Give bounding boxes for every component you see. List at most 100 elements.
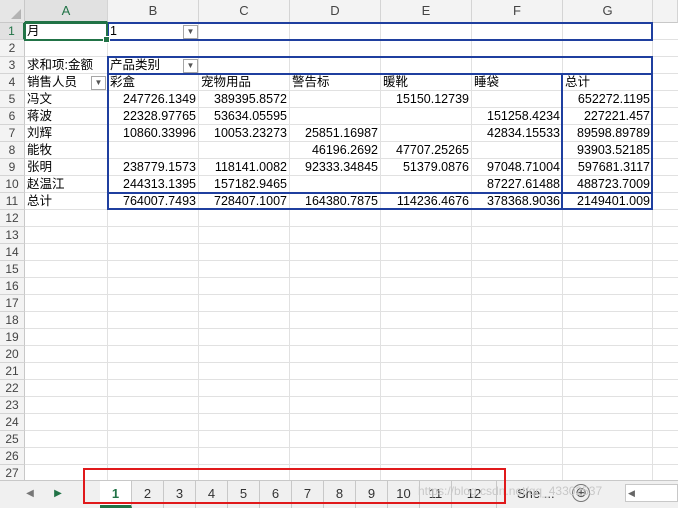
row-header-23[interactable]: 23 bbox=[0, 397, 25, 414]
pivot-value-cell[interactable]: 118141.0082 bbox=[199, 159, 290, 176]
column-header-a[interactable]: A bbox=[25, 0, 108, 23]
column-header-e[interactable]: E bbox=[381, 0, 472, 23]
row-header-27[interactable]: 27 bbox=[0, 465, 25, 480]
pivot-value-cell[interactable]: 244313.1395 bbox=[108, 176, 199, 193]
pivot-value-cell[interactable]: 247726.1349 bbox=[108, 91, 199, 108]
row-header-15[interactable]: 15 bbox=[0, 261, 25, 278]
pivot-value-cell[interactable] bbox=[290, 176, 381, 193]
pivot-row-label[interactable]: 能牧 bbox=[25, 142, 107, 159]
column-header-d[interactable]: D bbox=[290, 0, 381, 23]
column-header-b[interactable]: B bbox=[108, 0, 199, 23]
pivot-value-cell[interactable] bbox=[381, 176, 472, 193]
pivot-category-header[interactable]: 宠物用品 bbox=[199, 74, 290, 91]
pivot-row-label[interactable]: 蒋波 bbox=[25, 108, 107, 125]
pivot-value-cell[interactable]: 164380.7875 bbox=[290, 193, 381, 210]
pivot-value-cell[interactable]: 42834.15533 bbox=[472, 125, 563, 142]
pivot-value-cell[interactable] bbox=[472, 142, 563, 159]
sheet-tab-1[interactable]: 1 bbox=[100, 481, 132, 508]
pivot-value-cell[interactable]: 92333.34845 bbox=[290, 159, 381, 176]
pivot-value-cell[interactable]: 22328.97765 bbox=[108, 108, 199, 125]
pivot-value-cell[interactable]: 25851.16987 bbox=[290, 125, 381, 142]
row-header-11[interactable]: 11 bbox=[0, 193, 25, 210]
pivot-values-label[interactable]: 求和项:金额 bbox=[25, 57, 107, 74]
cell-area[interactable]: 月 1 ▼ 求和项:金额 产品类别 ▼ 销售人员 ▼ 彩盒 宠物用品 警告标 暖靴 睡袋… bbox=[24, 22, 678, 480]
row-header-18[interactable]: 18 bbox=[0, 312, 25, 329]
pivot-value-cell[interactable] bbox=[199, 142, 290, 159]
column-field-dropdown-icon[interactable]: ▼ bbox=[183, 59, 198, 73]
row-header-26[interactable]: 26 bbox=[0, 448, 25, 465]
tab-scroll-left-icon[interactable]: ◀ bbox=[22, 486, 38, 502]
row-header-21[interactable]: 21 bbox=[0, 363, 25, 380]
sheet-tab-9[interactable]: 9 bbox=[356, 481, 388, 508]
pivot-value-cell[interactable]: 10053.23273 bbox=[199, 125, 290, 142]
pivot-value-cell[interactable]: 47707.25265 bbox=[381, 142, 472, 159]
row-header-16[interactable]: 16 bbox=[0, 278, 25, 295]
scroll-left-arrow-icon[interactable]: ◀ bbox=[628, 485, 635, 501]
pivot-value-cell[interactable]: 114236.4676 bbox=[381, 193, 472, 210]
row-header-9[interactable]: 9 bbox=[0, 159, 25, 176]
sheet-tab-2[interactable]: 2 bbox=[132, 481, 164, 508]
pivot-value-cell[interactable] bbox=[472, 91, 563, 108]
sheet-tab-10[interactable]: 10 bbox=[388, 481, 420, 508]
pivot-row-label[interactable]: 赵温江 bbox=[25, 176, 107, 193]
pivot-value-cell[interactable] bbox=[381, 108, 472, 125]
pivot-value-cell[interactable]: 151258.4234 bbox=[472, 108, 563, 125]
row-header-7[interactable]: 7 bbox=[0, 125, 25, 142]
row-header-25[interactable]: 25 bbox=[0, 431, 25, 448]
row-header-12[interactable]: 12 bbox=[0, 210, 25, 227]
pivot-value-cell[interactable]: 10860.33996 bbox=[108, 125, 199, 142]
row-header-20[interactable]: 20 bbox=[0, 346, 25, 363]
pivot-row-label[interactable]: 张明 bbox=[25, 159, 107, 176]
pivot-row-label[interactable]: 冯文 bbox=[25, 91, 107, 108]
pivot-value-cell[interactable]: 378368.9036 bbox=[472, 193, 563, 210]
pivot-value-cell[interactable] bbox=[290, 108, 381, 125]
pivot-value-cell[interactable]: 652272.1195 bbox=[563, 91, 653, 108]
row-header-17[interactable]: 17 bbox=[0, 295, 25, 312]
row-header-13[interactable]: 13 bbox=[0, 227, 25, 244]
column-header-g[interactable]: G bbox=[563, 0, 653, 23]
row-header-6[interactable]: 6 bbox=[0, 108, 25, 125]
pivot-value-cell[interactable]: 15150.12739 bbox=[381, 91, 472, 108]
row-header-10[interactable]: 10 bbox=[0, 176, 25, 193]
pivot-value-cell[interactable]: 728407.1007 bbox=[199, 193, 290, 210]
pivot-value-cell[interactable]: 238779.1573 bbox=[108, 159, 199, 176]
filter-funnel-icon[interactable]: ▼ bbox=[183, 25, 198, 39]
column-header-c[interactable]: C bbox=[199, 0, 290, 23]
pivot-category-header[interactable]: 暖靴 bbox=[381, 74, 472, 91]
row-header-3[interactable]: 3 bbox=[0, 57, 25, 74]
horizontal-scrollbar[interactable]: ◀ bbox=[625, 484, 678, 502]
select-all-corner[interactable] bbox=[0, 0, 25, 23]
tab-scroll-right-icon[interactable]: ▶ bbox=[50, 486, 66, 502]
pivot-category-header[interactable]: 总计 bbox=[563, 74, 653, 91]
row-header-1[interactable]: 1 bbox=[0, 23, 25, 40]
row-field-dropdown-icon[interactable]: ▼ bbox=[91, 76, 106, 90]
row-header-4[interactable]: 4 bbox=[0, 74, 25, 91]
sheet-tab-5[interactable]: 5 bbox=[228, 481, 260, 508]
sheet-tab-3[interactable]: 3 bbox=[164, 481, 196, 508]
pivot-value-cell[interactable]: 597681.3117 bbox=[563, 159, 653, 176]
pivot-value-cell[interactable]: 227221.457 bbox=[563, 108, 653, 125]
pivot-value-cell[interactable]: 389395.8572 bbox=[199, 91, 290, 108]
column-header-h[interactable] bbox=[653, 0, 678, 23]
column-header-f[interactable]: F bbox=[472, 0, 563, 23]
spreadsheet-grid[interactable]: ABCDEFG 1 2 3 4 5 6 7 8 9 10 11 12 13 14 15 16 17 18 19 20 2… bbox=[0, 0, 678, 480]
pivot-value-cell[interactable]: 2149401.009 bbox=[563, 193, 653, 210]
pivot-category-header[interactable]: 警告标 bbox=[290, 74, 381, 91]
pivot-value-cell[interactable]: 157182.9465 bbox=[199, 176, 290, 193]
row-header-5[interactable]: 5 bbox=[0, 91, 25, 108]
row-header-8[interactable]: 8 bbox=[0, 142, 25, 159]
pivot-category-header[interactable]: 彩盒 bbox=[108, 74, 199, 91]
pivot-value-cell[interactable]: 87227.61488 bbox=[472, 176, 563, 193]
pivot-value-cell[interactable]: 488723.7009 bbox=[563, 176, 653, 193]
pivot-value-cell[interactable] bbox=[381, 125, 472, 142]
row-header-14[interactable]: 14 bbox=[0, 244, 25, 261]
pivot-value-cell[interactable]: 97048.71004 bbox=[472, 159, 563, 176]
pivot-value-cell[interactable] bbox=[290, 91, 381, 108]
pivot-category-header[interactable]: 睡袋 bbox=[472, 74, 563, 91]
pivot-value-cell[interactable]: 764007.7493 bbox=[108, 193, 199, 210]
pivot-value-cell[interactable]: 46196.2692 bbox=[290, 142, 381, 159]
sheet-tab-7[interactable]: 7 bbox=[292, 481, 324, 508]
sheet-tab-8[interactable]: 8 bbox=[324, 481, 356, 508]
pivot-value-cell[interactable]: 89598.89789 bbox=[563, 125, 653, 142]
pivot-row-label[interactable]: 总计 bbox=[25, 193, 107, 210]
